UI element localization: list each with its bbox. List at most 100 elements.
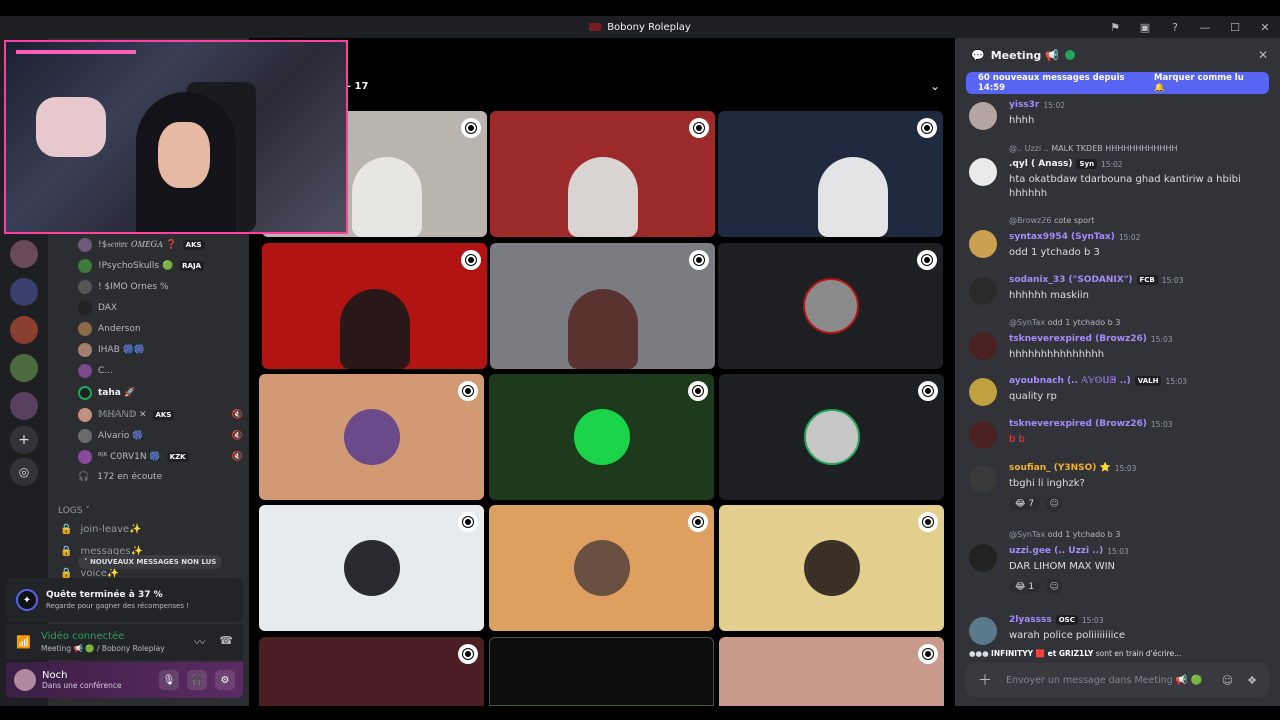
server-folder[interactable] — [10, 316, 38, 344]
mark-read-button[interactable]: Marquer comme lu 🔔 — [1154, 73, 1257, 93]
author-name[interactable]: soufian_ (Y3NSO) ⭐ — [1009, 463, 1111, 473]
author-name[interactable]: ayoubnach (.. 𝔸𝕐𝕆𝕌𝔹 ..) — [1009, 376, 1131, 386]
video-tile[interactable] — [489, 505, 714, 631]
video-tile[interactable] — [719, 505, 944, 631]
channel-join-leave[interactable]: 🔒 join-leave✨ — [60, 524, 142, 535]
avatar[interactable] — [969, 230, 997, 258]
avatar[interactable] — [969, 421, 997, 449]
avatar[interactable] — [969, 617, 997, 645]
voice-member[interactable]: IHAB 🎆🎆 — [78, 341, 243, 359]
video-tile[interactable] — [719, 374, 944, 500]
attach-plus-icon[interactable]: ＋ — [978, 670, 992, 690]
video-tile[interactable] — [489, 374, 714, 500]
voice-member[interactable]: ! $IMO Ornes % — [78, 278, 243, 296]
pin-icon[interactable] — [458, 644, 478, 664]
author-name[interactable]: tskneverexpired (Browz26) — [1009, 334, 1147, 344]
author-name[interactable]: .qyl ( Anass) — [1009, 159, 1072, 169]
avatar[interactable] — [969, 158, 997, 186]
pin-icon[interactable] — [689, 118, 709, 138]
new-messages-bar[interactable]: 60 nouveaux messages depuis 14:59 Marque… — [966, 72, 1269, 94]
author-name[interactable]: uzzi.gee (.. Uzzi ..) — [1009, 546, 1103, 556]
reaction-chip[interactable]: 😂 1 — [1009, 581, 1041, 593]
pin-icon[interactable] — [689, 250, 709, 270]
pin-icon[interactable] — [461, 118, 481, 138]
listeners-count[interactable]: 🎧 172 en écoute — [78, 472, 162, 482]
avatar[interactable] — [969, 102, 997, 130]
avatar[interactable] — [14, 669, 36, 691]
avatar[interactable] — [969, 277, 997, 305]
minimize-icon[interactable]: — — [1190, 21, 1220, 34]
voice-member[interactable]: Anderson — [78, 320, 243, 338]
emoji-icon[interactable]: ☺ — [1222, 674, 1233, 687]
voice-member[interactable]: taha 🚀 — [78, 384, 243, 402]
unread-messages-pill[interactable]: ˅ NOUVEAUX MESSAGES NON LUS — [78, 555, 223, 569]
video-tile[interactable] — [490, 111, 715, 237]
category-logs[interactable]: LOGS ˅ — [58, 506, 90, 516]
pin-icon[interactable] — [918, 644, 938, 664]
voice-member[interactable]: 𝕄ℍ𝔸ℕ𝔻 ✕ AKS 🔇 — [78, 406, 243, 424]
disconnect-icon[interactable]: ☎ — [219, 634, 233, 650]
voice-member[interactable]: !$𝔰𝔢𝔫𝔦𝔬𝔯 𝑂𝑀𝐸𝐺𝐴 ❓ AKS — [78, 236, 243, 254]
video-tile[interactable] — [718, 111, 943, 237]
voice-member[interactable]: ᴿᴶᴷ C0RV1N 🎆 KZK 🔇 — [78, 448, 243, 466]
author-name[interactable]: 2lyassss — [1009, 615, 1052, 625]
author-name[interactable]: tskneverexpired (Browz26) — [1009, 419, 1147, 429]
discover-icon[interactable]: ◎ — [10, 458, 38, 486]
headphones-icon[interactable]: 🎧 — [187, 670, 207, 690]
video-tile[interactable] — [259, 637, 484, 706]
author-name[interactable]: sodanix_33 ("SODANIX") — [1009, 275, 1133, 285]
pin-icon[interactable] — [688, 512, 708, 532]
pin-icon[interactable] — [688, 381, 708, 401]
video-tile[interactable] — [262, 243, 487, 369]
author-name[interactable]: yiss3r — [1009, 100, 1039, 110]
voice-member[interactable]: DAX — [78, 299, 243, 317]
avatar[interactable] — [969, 332, 997, 360]
avatar[interactable] — [969, 378, 997, 406]
pin-icon[interactable] — [458, 381, 478, 401]
inbox-icon[interactable]: ▣ — [1130, 21, 1160, 34]
reaction-chip[interactable]: 😂 7 — [1009, 498, 1041, 510]
video-tile[interactable] — [489, 637, 714, 706]
apps-icon[interactable]: ❖ — [1247, 674, 1257, 687]
close-icon[interactable]: ✕ — [1250, 21, 1280, 34]
reply-reference[interactable]: @SynTax odd 1 ytchado b 3 — [1009, 318, 1120, 327]
avatar[interactable] — [969, 544, 997, 572]
server-folder[interactable] — [10, 354, 38, 382]
settings-gear-icon[interactable]: ⚙ — [215, 670, 235, 690]
reply-reference[interactable]: @SynTax odd 1 ytchado b 3 — [1009, 530, 1120, 539]
server-avatar[interactable] — [10, 240, 38, 268]
voice-member[interactable]: Alvario 🎆 🔇 — [78, 427, 243, 445]
video-tile[interactable] — [718, 243, 943, 369]
close-icon[interactable]: ✕ — [1258, 48, 1268, 62]
maximize-icon[interactable]: ☐ — [1220, 21, 1250, 34]
add-server-icon[interactable]: + — [10, 426, 38, 454]
add-reaction-icon[interactable]: ☺ — [1046, 496, 1063, 512]
video-tile[interactable] — [719, 637, 944, 706]
voice-member[interactable]: C... — [78, 362, 243, 380]
pin-icon[interactable] — [918, 512, 938, 532]
pin-icon[interactable] — [458, 512, 478, 532]
video-tile[interactable] — [259, 374, 484, 500]
reply-reference[interactable]: @.. Uzzi .. MALK TKDEB HHHHHHHHHHHH — [1009, 144, 1177, 153]
pin-icon[interactable] — [918, 381, 938, 401]
flag-icon[interactable]: ⚑ — [1100, 21, 1130, 34]
quest-progress[interactable]: ✦ Quête terminée à 37 % Regarde pour gag… — [6, 578, 243, 622]
message-input[interactable]: Envoyer un message dans Meeting 📢 🟢 — [1006, 675, 1202, 686]
voice-subtitle[interactable]: Meeting 📢 🟢 / Bobony Roleplay — [41, 644, 165, 653]
author-name[interactable]: syntax9954 (SynTax) — [1009, 232, 1115, 242]
video-tile[interactable] — [490, 243, 715, 369]
pin-icon[interactable] — [461, 250, 481, 270]
video-tile[interactable] — [259, 505, 484, 631]
pin-icon[interactable] — [917, 250, 937, 270]
voice-member[interactable]: !PsychoSkulls 🟢 RAJA — [78, 257, 243, 275]
add-reaction-icon[interactable]: ☺ — [1046, 579, 1063, 595]
avatar[interactable] — [969, 465, 997, 493]
server-folder[interactable] — [10, 392, 38, 420]
chevron-down-icon[interactable]: ⌄ — [930, 79, 940, 93]
server-folder[interactable] — [10, 278, 38, 306]
noise-suppression-icon[interactable]: 〰 — [194, 634, 205, 650]
reply-reference[interactable]: @Browz26 cote sport — [1009, 216, 1094, 225]
voice-title[interactable]: Vidéo connectée — [41, 631, 165, 642]
mic-icon[interactable]: 🎙 — [159, 670, 179, 690]
pin-icon[interactable] — [917, 118, 937, 138]
